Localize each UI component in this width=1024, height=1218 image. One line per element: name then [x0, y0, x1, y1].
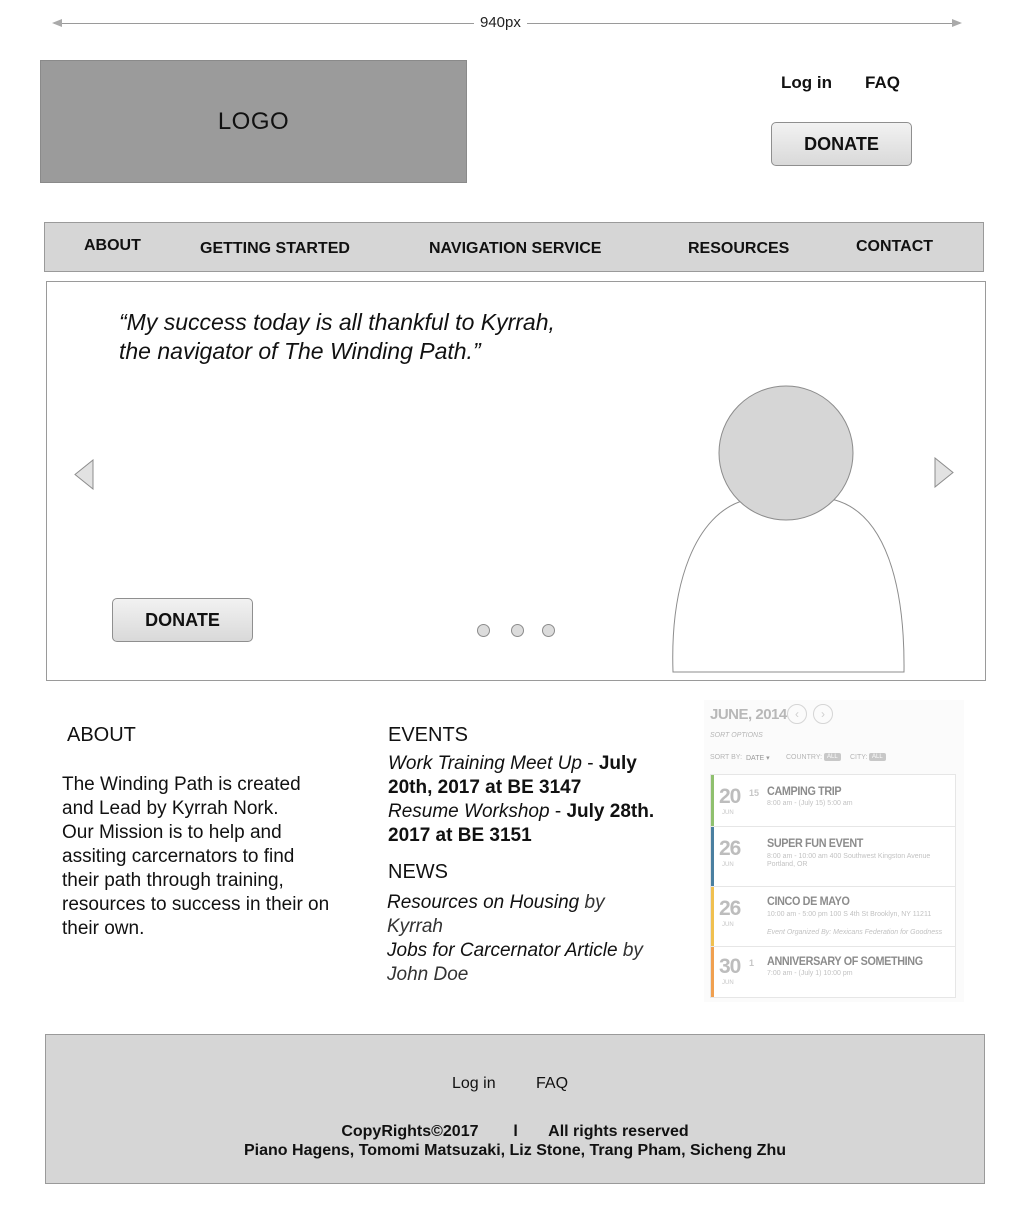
event-month: JUN [722, 810, 734, 816]
carousel-next-arrow-icon[interactable] [933, 457, 955, 488]
event-day: 30 [719, 955, 741, 978]
quote-line-1: “My success today is all thankful to Kyr… [119, 309, 555, 335]
calendar-city-filter[interactable]: ALL [869, 753, 886, 761]
copyright-divider: l [513, 1123, 518, 1140]
nav-item-getting-started[interactable]: GETTING STARTED [200, 240, 350, 258]
events-list: Work Training Meet Up - July 20th, 2017 … [388, 752, 658, 848]
event-color-stripe [711, 887, 714, 946]
event-name: Resume Workshop [388, 801, 550, 822]
nav-item-navigation-service[interactable]: NAVIGATION SERVICE [429, 240, 601, 258]
calendar-event-row[interactable]: 26 JUN SUPER FUN EVENT 8:00 am - 10:00 a… [711, 827, 955, 887]
footer-login-link[interactable]: Log in [452, 1075, 496, 1093]
footer-faq-link[interactable]: FAQ [536, 1075, 568, 1093]
header-faq-link[interactable]: FAQ [865, 73, 900, 93]
footer-copyright: CopyRights©2017 l All rights reserved Pi… [45, 1122, 985, 1160]
event-name: Work Training Meet Up [388, 753, 582, 774]
authors-text: Piano Hagens, Tomomi Matsuzaki, Liz Ston… [244, 1142, 786, 1159]
events-heading: EVENTS [388, 724, 469, 746]
calendar-country-filter[interactable]: ALL [824, 753, 841, 761]
news-item[interactable]: Jobs for Carcernator Article by John Doe [387, 939, 657, 987]
calendar-city-label: CITY: [850, 754, 868, 761]
event-meta: 10:00 am - 5:00 pm 100 S 4th St Brooklyn… [767, 911, 932, 918]
header-donate-button[interactable]: DONATE [771, 122, 912, 166]
event-item[interactable]: Work Training Meet Up - July 20th, 2017 … [388, 752, 658, 800]
carousel-dot-1[interactable] [477, 624, 490, 637]
rights-text: All rights reserved [548, 1123, 689, 1140]
person-placeholder-icon [672, 385, 905, 673]
event-organizer: Event Organized By: Mexicans Federation … [767, 929, 943, 936]
nav-item-resources[interactable]: RESOURCES [688, 240, 789, 258]
event-month: JUN [722, 922, 734, 928]
event-month: JUN [722, 980, 734, 986]
event-title: CINCO DE MAYO [767, 894, 850, 908]
carousel-prev-arrow-icon[interactable] [73, 459, 95, 490]
dimension-arrow-left-icon [52, 19, 62, 27]
calendar-event-row[interactable]: 30 1 JUN ANNIVERSARY OF SOMETHING 7:00 a… [711, 947, 955, 997]
event-meta: 7:00 am - (July 1) 10:00 pm [767, 970, 853, 977]
calendar-event-row[interactable]: 20 15 JUN CAMPING TRIP 8:00 am - (July 1… [711, 775, 955, 827]
news-item[interactable]: Resources on Housing by Kyrrah [387, 891, 657, 939]
event-title: SUPER FUN EVENT [767, 836, 864, 850]
calendar-event-row[interactable]: 26 JUN CINCO DE MAYO 10:00 am - 5:00 pm … [711, 887, 955, 947]
about-paragraph-1: The Winding Path is created and Lead by … [62, 774, 301, 819]
calendar-event-list: 20 15 JUN CAMPING TRIP 8:00 am - (July 1… [710, 774, 956, 998]
event-day: 26 [719, 837, 741, 860]
event-title: ANNIVERSARY OF SOMETHING [767, 954, 923, 968]
calendar-sort-select[interactable]: DATE ▾ [746, 754, 770, 762]
calendar-sort-value: DATE [746, 755, 765, 762]
event-end-day: 15 [749, 788, 760, 798]
nav-item-contact[interactable]: CONTACT [856, 238, 933, 256]
quote-line-2: the navigator of The Winding Path.” [119, 338, 481, 364]
event-month: JUN [722, 862, 734, 868]
calendar-country-label: COUNTRY: [786, 754, 823, 761]
event-day: 26 [719, 897, 741, 920]
copyright-line: CopyRights©2017 l All rights reserved [45, 1122, 985, 1141]
calendar-sort-by-label: SORT BY: [710, 754, 743, 761]
about-text: The Winding Path is created and Lead by … [62, 773, 332, 941]
header-login-link[interactable]: Log in [781, 73, 832, 93]
carousel-dot-2[interactable] [511, 624, 524, 637]
dimension-arrow-right-icon [952, 19, 962, 27]
news-heading: NEWS [388, 861, 448, 883]
site-footer [45, 1034, 985, 1184]
news-list: Resources on Housing by Kyrrah Jobs for … [387, 891, 657, 987]
about-heading: ABOUT [67, 724, 136, 746]
event-color-stripe [711, 827, 714, 886]
event-meta: 8:00 am - (July 15) 5:00 am [767, 800, 853, 807]
event-color-stripe [711, 775, 714, 826]
calendar-prev-icon[interactable]: ‹ [787, 704, 807, 724]
logo-placeholder[interactable]: LOGO [40, 60, 467, 183]
event-title: CAMPING TRIP [767, 784, 842, 798]
calendar-sort-options[interactable]: SORT OPTIONS [710, 732, 763, 739]
event-end-day: 1 [749, 958, 755, 968]
carousel-dot-3[interactable] [542, 624, 555, 637]
event-meta: 8:00 am - 10:00 am 400 Southwest Kingsto… [767, 853, 931, 868]
about-paragraph-2: Our Mission is to help and assiting carc… [62, 822, 330, 939]
event-color-stripe [711, 947, 714, 997]
calendar-next-icon[interactable]: › [813, 704, 833, 724]
nav-item-about[interactable]: ABOUT [84, 237, 141, 255]
carousel-donate-button[interactable]: DONATE [112, 598, 253, 642]
event-day: 20 [719, 785, 741, 808]
width-dimension-label: 940px [474, 14, 527, 31]
calendar-month-label: JUNE, 2014 [710, 706, 787, 723]
news-title: Jobs for Carcernator Article [387, 940, 618, 961]
copyright-text: CopyRights©2017 [341, 1123, 479, 1140]
testimonial-quote: “My success today is all thankful to Kyr… [119, 308, 639, 366]
logo-text: LOGO [217, 107, 290, 135]
news-title: Resources on Housing [387, 892, 580, 913]
event-separator: - [549, 801, 567, 822]
event-separator: - [581, 753, 599, 774]
event-item[interactable]: Resume Workshop - July 28th. 2017 at BE … [388, 800, 658, 848]
